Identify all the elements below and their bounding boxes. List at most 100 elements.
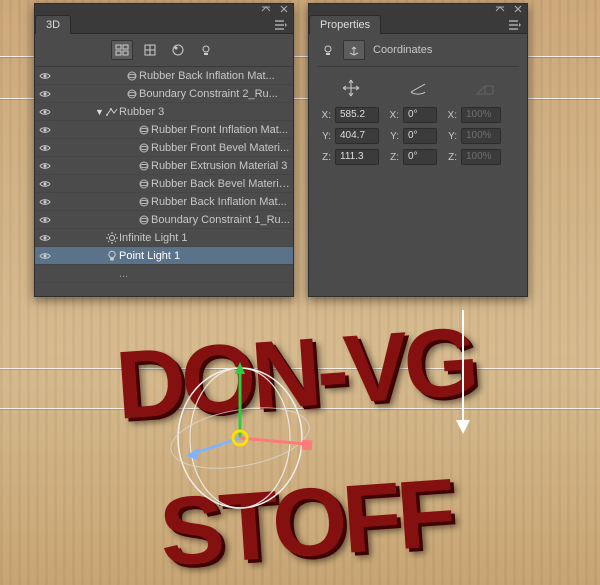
layer-label: Rubber Back Inflation Mat... (139, 70, 293, 82)
properties-body: Coordinates X: 585.2 X: 0° X: 100% Y: 40… (309, 34, 527, 171)
panel-properties: Properties Coordinates X: (308, 3, 528, 297)
tab-3d[interactable]: 3D (35, 15, 71, 34)
light-filter-icon[interactable] (195, 40, 217, 60)
disclosure-triangle-icon[interactable]: ▼ (95, 107, 105, 117)
layer-row[interactable]: ▼ Rubber 3 (35, 103, 293, 121)
visibility-eye-icon[interactable] (39, 162, 53, 170)
bulb-icon (105, 250, 119, 262)
axis-label-z: Z: (317, 152, 331, 163)
layer-label: Boundary Constraint 2_Ru... (139, 88, 293, 100)
rotate-icon[interactable] (398, 77, 438, 99)
visibility-eye-icon[interactable] (39, 144, 53, 152)
light-props-icon[interactable] (317, 40, 339, 60)
3d-letter: F (339, 462, 401, 574)
collapse-icon[interactable] (261, 4, 271, 14)
layer-label: Rubber Front Inflation Mat... (151, 124, 293, 136)
scale-label-y: Y: (441, 131, 457, 142)
3d-letter: D (112, 327, 185, 439)
layer-row[interactable]: Rubber Extrusion Material 3 (35, 157, 293, 175)
layer-label: Rubber Back Bevel Materia... (151, 178, 293, 190)
visibility-eye-icon[interactable] (39, 126, 53, 134)
mode-label: Coordinates (373, 44, 432, 56)
rendered-3d-text: DON-VGSTOFF (0, 300, 600, 585)
collapse-icon[interactable] (495, 4, 505, 14)
material-filter-icon[interactable] (167, 40, 189, 60)
layer-label: Boundary Constraint 1_Ru... (151, 214, 293, 226)
axis-label-y: Y: (317, 131, 331, 142)
visibility-eye-icon[interactable] (39, 180, 53, 188)
layer-row[interactable]: Point Light 1 (35, 247, 293, 265)
layer-row[interactable]: Rubber Front Bevel Materi... (35, 139, 293, 157)
layer-list[interactable]: Rubber Back Inflation Mat... Boundary Con… (35, 67, 293, 296)
visibility-eye-icon[interactable] (39, 90, 53, 98)
sphere-icon (125, 71, 139, 81)
layer-row[interactable]: Rubber Back Inflation Mat... (35, 67, 293, 85)
visibility-eye-icon[interactable] (39, 72, 53, 80)
filter-toolbar (35, 34, 293, 67)
pos-x-input[interactable]: 585.2 (335, 107, 379, 123)
scene-filter-icon[interactable] (111, 40, 133, 60)
rot-x-input[interactable]: 0° (403, 107, 437, 123)
scale-label-z: Z: (441, 152, 457, 163)
3d-letter: S (156, 474, 223, 585)
visibility-eye-icon[interactable] (39, 216, 53, 224)
viewport-3d[interactable]: DON-VGSTOFF (0, 300, 600, 585)
visibility-eye-icon[interactable] (39, 108, 53, 116)
layer-row[interactable]: Boundary Constraint 2_Ru... (35, 85, 293, 103)
layer-row[interactable]: Infinite Light 1 (35, 229, 293, 247)
3d-letter: O (268, 465, 346, 578)
axis-label-x: X: (317, 110, 331, 121)
rot-label-z: Z: (383, 152, 399, 163)
layer-label: Rubber 3 (119, 106, 293, 118)
pos-y-input[interactable]: 404.7 (335, 128, 379, 144)
layer-label: Rubber Back Inflation Mat... (151, 196, 293, 208)
scale-x-input: 100% (461, 107, 501, 123)
3d-letter: T (216, 470, 276, 582)
layer-row[interactable]: Rubber Back Inflation Mat... (35, 193, 293, 211)
tab-row: 3D (35, 14, 293, 34)
panel-titlebar[interactable] (309, 4, 527, 14)
rot-y-input[interactable]: 0° (403, 128, 437, 144)
panel-3d: 3D Rubber Back Inflation Mat... Boundary … (34, 3, 294, 297)
move-icon[interactable] (331, 77, 371, 99)
panel-menu-icon[interactable] (503, 17, 527, 33)
layer-row[interactable]: Rubber Back Bevel Materia... (35, 175, 293, 193)
layer-label: Rubber Front Bevel Materi... (151, 142, 293, 154)
sphere-icon (137, 143, 151, 153)
rot-label-x: X: (383, 110, 399, 121)
visibility-eye-icon[interactable] (39, 234, 53, 242)
layer-row[interactable]: Boundary Constraint 1_Ru... (35, 211, 293, 229)
pos-z-input[interactable]: 111.3 (335, 149, 379, 165)
panel-menu-icon[interactable] (269, 17, 293, 33)
3d-letter: V (340, 312, 407, 424)
coordinates-icon[interactable] (343, 40, 365, 60)
sphere-icon (137, 161, 151, 171)
close-icon[interactable] (513, 4, 523, 14)
mesh-filter-icon[interactable] (139, 40, 161, 60)
sphere-icon (137, 125, 151, 135)
sphere-icon (137, 179, 151, 189)
layer-label: Point Light 1 (119, 250, 293, 262)
tab-properties[interactable]: Properties (309, 15, 381, 34)
visibility-eye-icon[interactable] (39, 252, 53, 260)
close-icon[interactable] (279, 4, 289, 14)
scale-y-input: 100% (461, 128, 501, 144)
annotation-arrow-down (456, 310, 470, 434)
sphere-icon (137, 197, 151, 207)
mode-row: Coordinates (317, 40, 519, 67)
sphere-icon (125, 89, 139, 99)
3d-letter: F (393, 458, 455, 570)
panel-titlebar[interactable] (35, 4, 293, 14)
layer-row[interactable]: Rubber Front Inflation Mat... (35, 121, 293, 139)
visibility-eye-icon[interactable] (39, 198, 53, 206)
scale-label-x: X: (441, 110, 457, 121)
sun-icon (105, 232, 119, 244)
scale-icon[interactable] (465, 77, 505, 99)
layer-label: Infinite Light 1 (119, 232, 293, 244)
rot-z-input[interactable]: 0° (403, 149, 437, 165)
scale-z-input: 100% (461, 149, 501, 165)
layer-label: Rubber Extrusion Material 3 (151, 160, 293, 172)
coordinates-grid: X: 585.2 X: 0° X: 100% Y: 404.7 Y: 0° Y:… (317, 107, 519, 165)
rot-label-y: Y: (383, 131, 399, 142)
layer-row[interactable]: ... (35, 265, 293, 283)
